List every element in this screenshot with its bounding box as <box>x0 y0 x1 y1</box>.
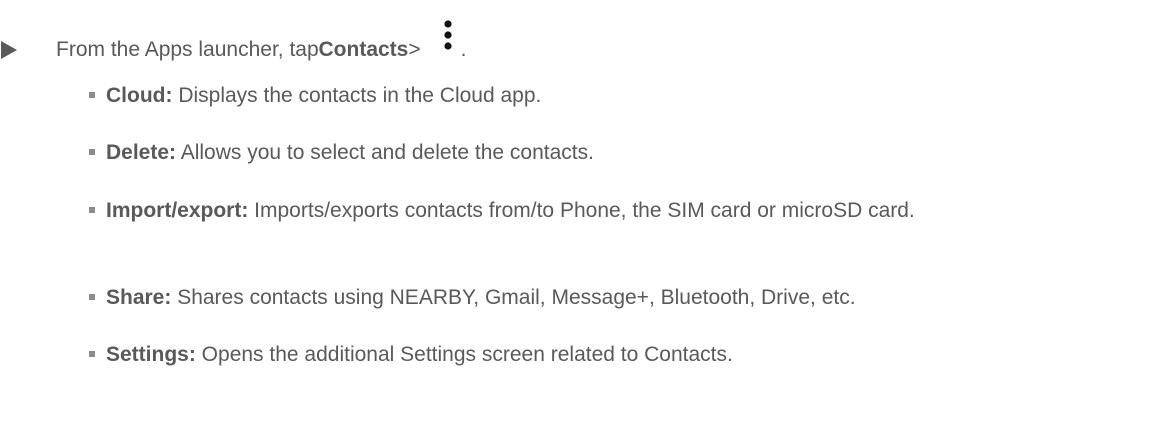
square-bullet-icon <box>89 92 95 98</box>
desc-settings: Opens the additional Settings screen rel… <box>195 343 733 366</box>
term-settings: Settings: <box>106 343 196 366</box>
step-text-suffix: . <box>460 38 467 61</box>
step-text-prefix: From the Apps launcher, tap <box>56 38 319 61</box>
square-bullet-icon <box>89 207 95 213</box>
play-arrow-icon <box>1 41 17 59</box>
square-bullet-icon <box>89 351 95 357</box>
instruction-step: From the Apps launcher, tap Contacts > . <box>0 20 467 70</box>
desc-cloud: Displays the contacts in the Cloud app. <box>172 84 542 107</box>
term-share: Share: <box>106 286 172 309</box>
step-separator: > <box>408 38 421 61</box>
desc-share: Shares contacts using NEARBY, Gmail, Mes… <box>171 286 856 309</box>
term-delete: Delete: <box>106 141 177 164</box>
desc-import-export: Imports/exports contacts from/to Phone, … <box>248 199 915 222</box>
term-cloud: Cloud: <box>106 84 173 107</box>
square-bullet-icon <box>89 294 95 300</box>
more-options-icon <box>444 20 452 50</box>
contacts-label: Contacts <box>318 38 409 61</box>
square-bullet-icon <box>89 149 95 155</box>
term-import-export: Import/export: <box>106 199 249 222</box>
desc-delete: Allows you to select and delete the cont… <box>176 141 594 164</box>
